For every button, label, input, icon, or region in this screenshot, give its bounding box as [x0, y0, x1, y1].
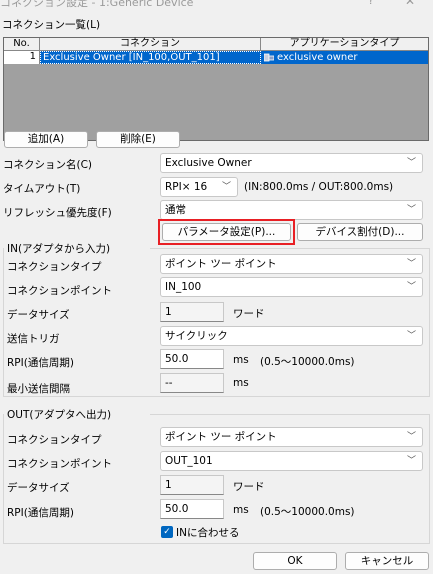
in-trigger-combo[interactable]: サイクリック ﹀	[160, 326, 423, 346]
in-trigger-value: サイクリック	[165, 330, 228, 342]
connection-name-label: コネクション名(C)	[3, 159, 93, 171]
in-conn-point-label: コネクションポイント	[7, 285, 112, 297]
in-conn-point-value: IN_100	[165, 281, 202, 293]
device-icon	[264, 53, 274, 62]
row-no: 1	[4, 51, 40, 64]
help-icon[interactable]: ?	[368, 0, 374, 7]
in-conn-point-combo[interactable]: IN_100 ﹀	[160, 277, 423, 297]
cancel-button[interactable]: キャンセル	[345, 552, 429, 570]
out-data-size-unit: ワード	[233, 481, 265, 493]
in-data-size-label: データサイズ	[7, 309, 70, 321]
chevron-down-icon: ﹀	[406, 259, 416, 269]
close-icon[interactable]: ✕	[405, 0, 415, 8]
out-data-size-label: データサイズ	[7, 482, 70, 494]
match-in-label[interactable]: INに合わせる	[176, 525, 239, 540]
delete-button[interactable]: 削除(E)	[96, 131, 180, 148]
in-trigger-label: 送信トリガ	[7, 333, 60, 345]
device-assign-button[interactable]: デバイス割付(D)...	[297, 223, 423, 241]
row-app-type-cell: exclusive owner	[261, 51, 428, 64]
out-data-size-field: 1	[160, 475, 224, 495]
chevron-down-icon: ﹀	[221, 182, 231, 192]
match-in-checkbox[interactable]: ✓	[161, 526, 173, 538]
in-rpi-field[interactable]: 50.0	[160, 349, 224, 369]
refresh-priority-label: リフレッシュ優先度(F)	[3, 207, 112, 219]
row-connection: Exclusive Owner [IN_100,OUT_101]	[40, 51, 261, 64]
chevron-down-icon: ﹀	[406, 331, 416, 341]
out-rpi-label: RPI(通信周期)	[7, 507, 74, 519]
column-header-app-type[interactable]: アプリケーションタイプ	[261, 38, 428, 50]
connection-name-combo[interactable]: Exclusive Owner ﹀	[160, 153, 423, 173]
chevron-down-icon: ﹀	[406, 205, 416, 215]
out-conn-point-label: コネクションポイント	[7, 458, 112, 470]
out-rpi-range: (0.5〜10000.0ms)	[260, 506, 355, 518]
in-min-interval-field: --	[160, 373, 224, 393]
add-button[interactable]: 追加(A)	[4, 131, 88, 148]
connection-list-grid[interactable]: No. コネクション アプリケーションタイプ 1 Exclusive Owner…	[3, 37, 429, 141]
in-min-interval-unit: ms	[233, 377, 249, 389]
check-icon: ✓	[163, 527, 171, 537]
refresh-priority-combo[interactable]: 通常 ﹀	[160, 200, 423, 220]
out-conn-type-combo[interactable]: ポイント ツー ポイント ﹀	[160, 427, 423, 447]
in-conn-type-label: コネクションタイプ	[7, 261, 102, 273]
timeout-label: タイムアウト(T)	[3, 183, 81, 195]
in-data-size-field: 1	[160, 302, 224, 322]
out-conn-point-value: OUT_101	[165, 455, 213, 467]
timeout-value: RPI× 16	[165, 181, 208, 193]
in-conn-type-combo[interactable]: ポイント ツー ポイント ﹀	[160, 254, 423, 274]
grid-header: No. コネクション アプリケーションタイプ	[4, 38, 428, 51]
column-header-connection[interactable]: コネクション	[40, 38, 261, 50]
out-rpi-unit: ms	[233, 504, 249, 516]
connection-name-value: Exclusive Owner	[165, 157, 252, 169]
in-conn-type-value: ポイント ツー ポイント	[165, 258, 277, 270]
refresh-priority-value: 通常	[165, 204, 186, 216]
out-conn-type-value: ポイント ツー ポイント	[165, 431, 277, 443]
param-settings-button[interactable]: パラメータ設定(P)...	[162, 223, 291, 241]
in-rpi-range: (0.5〜10000.0ms)	[260, 356, 355, 368]
chevron-down-icon: ﹀	[406, 282, 416, 292]
chevron-down-icon: ﹀	[406, 158, 416, 168]
connection-list-label: コネクション一覧(L)	[2, 19, 101, 31]
title-bar: コネクション設定 - 1:Generic Device ? ✕	[0, 0, 433, 14]
in-rpi-label: RPI(通信周期)	[7, 357, 74, 369]
in-rpi-unit: ms	[233, 354, 249, 366]
chevron-down-icon: ﹀	[406, 432, 416, 442]
in-min-interval-label: 最小送信間隔	[7, 383, 70, 395]
in-data-size-unit: ワード	[233, 308, 265, 320]
chevron-down-icon: ﹀	[406, 456, 416, 466]
ok-button[interactable]: OK	[253, 552, 337, 570]
column-header-no[interactable]: No.	[4, 38, 40, 50]
out-rpi-field[interactable]: 50.0	[160, 499, 224, 519]
timeout-info: (IN:800.0ms / OUT:800.0ms)	[244, 181, 394, 193]
timeout-combo[interactable]: RPI× 16 ﹀	[160, 177, 238, 197]
row-app-type: exclusive owner	[277, 51, 358, 63]
table-row[interactable]: 1 Exclusive Owner [IN_100,OUT_101] exclu…	[4, 51, 428, 64]
window-title: コネクション設定 - 1:Generic Device	[0, 0, 194, 9]
out-conn-type-label: コネクションタイプ	[7, 434, 102, 446]
out-conn-point-combo[interactable]: OUT_101 ﹀	[160, 451, 423, 471]
